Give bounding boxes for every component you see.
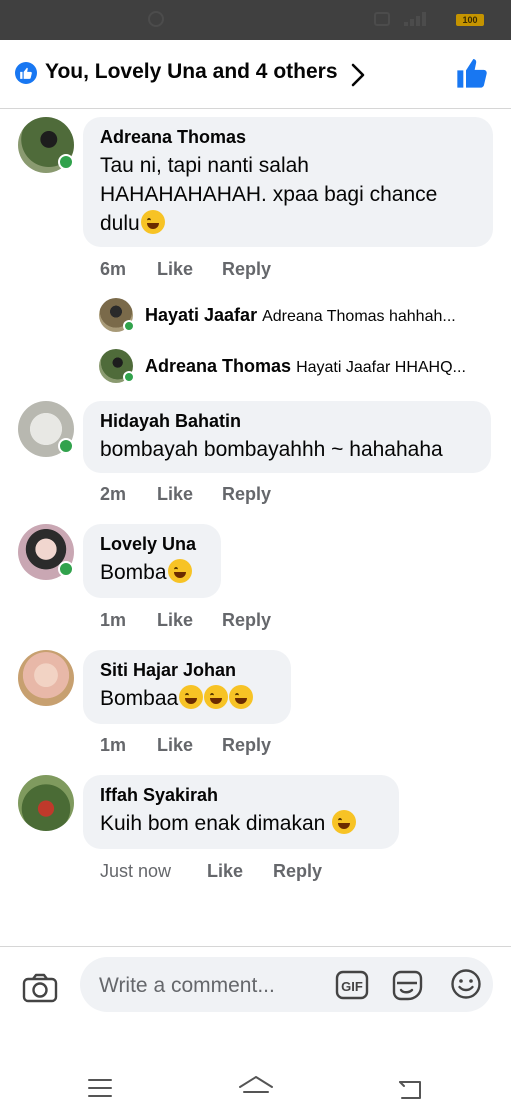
smile-icon[interactable] xyxy=(450,968,482,1005)
online-indicator xyxy=(58,154,74,170)
tears-of-joy-emoji-icon xyxy=(140,210,165,234)
reply-preview[interactable]: Hayati Jaafar Adreana Thomas hahhah... xyxy=(145,305,456,326)
comment-text: Bombaa xyxy=(100,687,179,710)
astonished-emoji-icon xyxy=(204,685,229,709)
comment-text: Kuih bom enak dimakan xyxy=(100,812,332,835)
comment-author[interactable]: Adreana Thomas xyxy=(100,126,477,148)
comment-author[interactable]: Iffah Syakirah xyxy=(100,784,383,806)
comment-author[interactable]: Lovely Una xyxy=(100,533,205,555)
comment-author[interactable]: Hidayah Bahatin xyxy=(100,410,475,432)
reply-author[interactable]: Hayati Jaafar xyxy=(145,305,257,325)
comment-bubble[interactable]: Lovely Una Bomba xyxy=(83,524,221,598)
signal-icon xyxy=(404,12,444,26)
like-button[interactable]: Like xyxy=(157,610,193,631)
reply-text: Hayati Jaafar HHAHQ... xyxy=(296,359,466,376)
rolling-laughing-emoji-icon xyxy=(332,810,357,834)
online-indicator xyxy=(58,438,74,454)
astonished-emoji-icon xyxy=(179,685,204,709)
camera-icon[interactable] xyxy=(22,973,58,1008)
comments-sheet: You, Lovely Una and 4 others Adreana Tho… xyxy=(0,40,511,1120)
reply-preview[interactable]: Adreana Thomas Hayati Jaafar HHAHQ... xyxy=(145,356,466,377)
grinning-emoji-icon xyxy=(229,685,254,709)
comment-text: Bomba xyxy=(100,561,167,584)
chevron-right-icon[interactable] xyxy=(350,63,366,92)
like-button[interactable]: Like xyxy=(207,861,243,882)
reactions-header[interactable]: You, Lovely Una and 4 others xyxy=(0,40,511,109)
online-indicator xyxy=(123,371,135,383)
reply-button[interactable]: Reply xyxy=(222,735,271,756)
sticker-icon[interactable] xyxy=(390,969,424,1006)
svg-text:GIF: GIF xyxy=(341,979,363,994)
avatar[interactable] xyxy=(18,650,74,706)
comment-time: 1m xyxy=(100,735,127,755)
comment-time: 2m xyxy=(100,484,127,504)
like-icon[interactable] xyxy=(455,57,489,94)
navigation-bar xyxy=(0,1060,511,1120)
comment-time: 6m xyxy=(100,259,127,279)
online-indicator xyxy=(58,561,74,577)
like-button[interactable]: Like xyxy=(157,484,193,505)
reactions-summary[interactable]: You, Lovely Una and 4 others xyxy=(45,60,338,84)
battery-indicator: 100 xyxy=(456,14,484,26)
comment-box[interactable]: GIF xyxy=(80,957,493,1014)
comment-bubble[interactable]: Siti Hajar Johan Bombaa xyxy=(83,650,291,724)
comment-input[interactable] xyxy=(97,957,331,1014)
like-button[interactable]: Like xyxy=(157,259,193,280)
comment-text: bombayah bombayahhh ~ hahahaha xyxy=(100,438,443,461)
alarm-icon xyxy=(148,11,164,27)
comment-composer: GIF xyxy=(0,946,511,1041)
avatar[interactable] xyxy=(18,775,74,831)
rolling-laughing-emoji-icon xyxy=(167,559,192,583)
menu-icon[interactable] xyxy=(88,1078,112,1103)
comment-author[interactable]: Siti Hajar Johan xyxy=(100,659,275,681)
reply-text: Adreana Thomas hahhah... xyxy=(262,308,456,325)
like-reaction-icon xyxy=(15,62,37,84)
comment-time: Just now xyxy=(100,861,172,881)
comment-bubble[interactable]: Hidayah Bahatin bombayah bombayahhh ~ ha… xyxy=(83,401,491,473)
sim-icon xyxy=(374,12,390,26)
comment-bubble[interactable]: Adreana Thomas Tau ni, tapi nanti salah … xyxy=(83,117,493,247)
comment-time: 1m xyxy=(100,610,127,630)
status-bar: 100 xyxy=(0,0,511,40)
reply-author[interactable]: Adreana Thomas xyxy=(145,356,291,376)
comment-bubble[interactable]: Iffah Syakirah Kuih bom enak dimakan xyxy=(83,775,399,849)
gif-icon[interactable]: GIF xyxy=(335,970,369,1005)
reply-button[interactable]: Reply xyxy=(222,610,271,631)
back-icon[interactable] xyxy=(398,1080,424,1105)
reply-button[interactable]: Reply xyxy=(222,259,271,280)
online-indicator xyxy=(123,320,135,332)
reply-button[interactable]: Reply xyxy=(222,484,271,505)
like-button[interactable]: Like xyxy=(157,735,193,756)
reply-button[interactable]: Reply xyxy=(273,861,322,882)
